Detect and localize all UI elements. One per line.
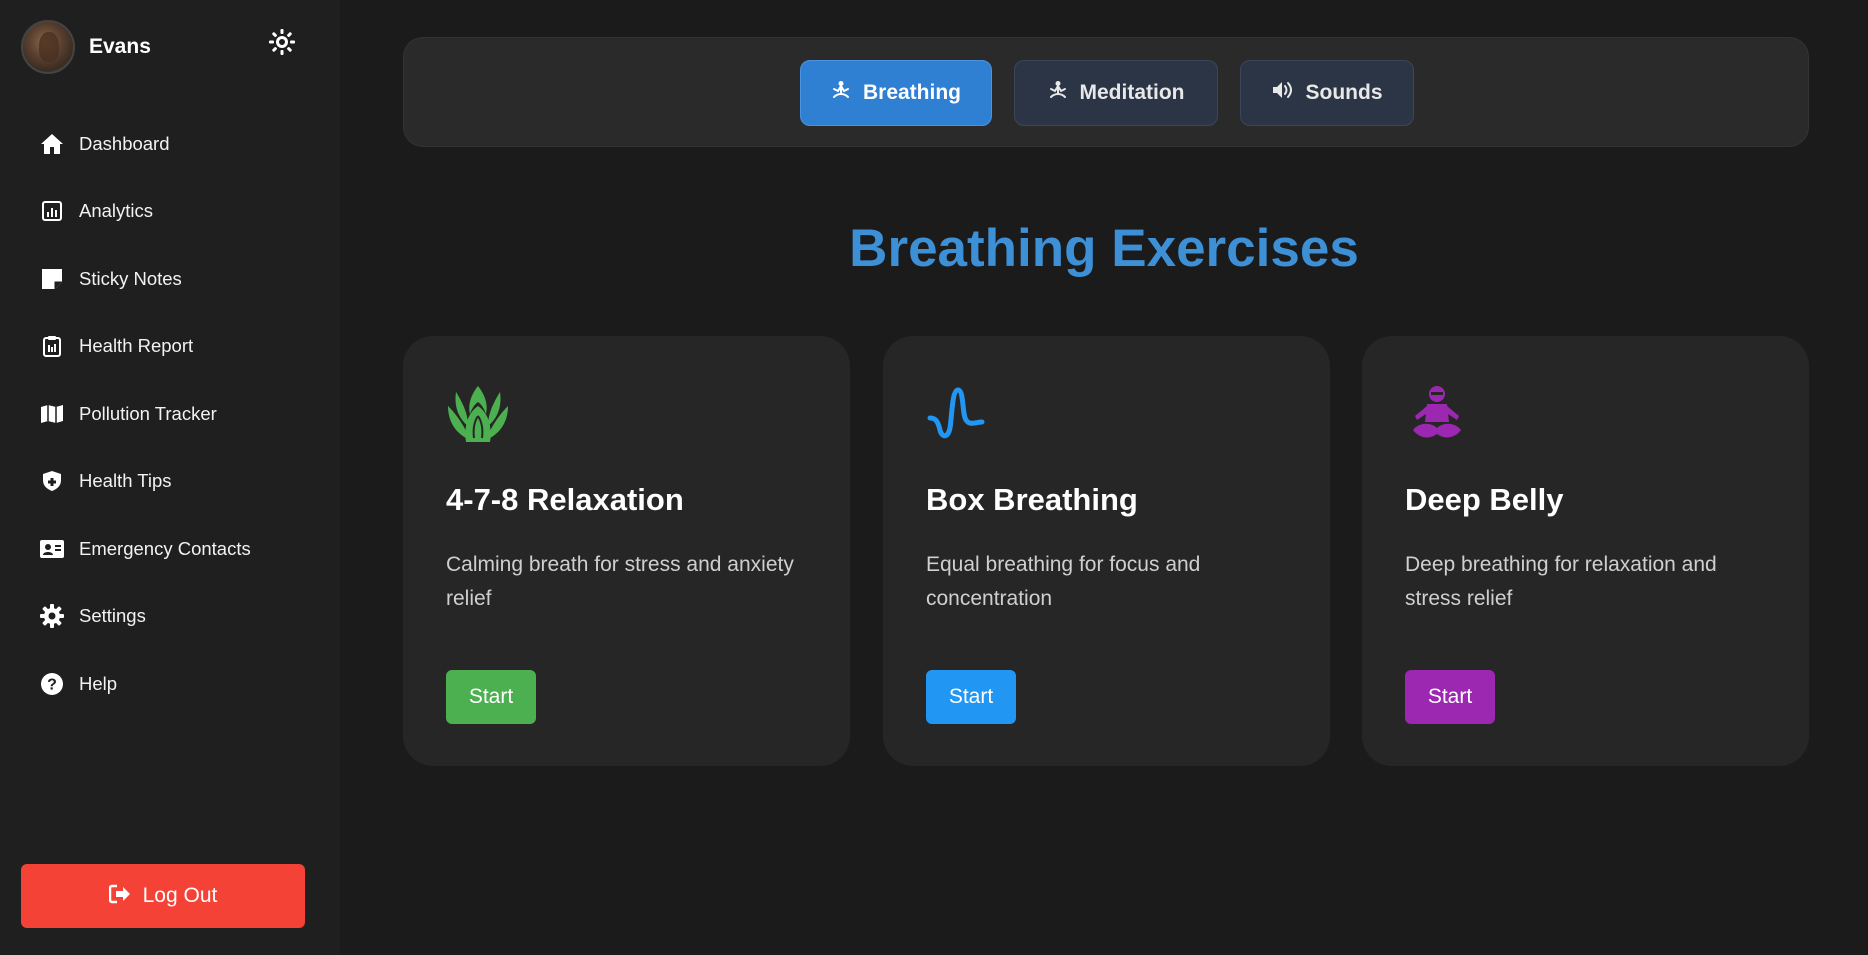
card-title: Deep Belly (1405, 482, 1564, 517)
start-button[interactable]: Start (446, 670, 536, 724)
meditation-icon (831, 80, 851, 106)
sidebar-item-dashboard[interactable]: Dashboard (0, 110, 340, 178)
sidebar-item-label: Help (79, 672, 118, 694)
sidebar-item-analytics[interactable]: Analytics (0, 178, 340, 246)
card-title: 4-7-8 Relaxation (446, 482, 684, 517)
profile-name: Evans (89, 35, 151, 58)
sidebar-item-health-tips[interactable]: Health Tips (0, 448, 340, 516)
tab-label: Breathing (862, 81, 961, 104)
app-root: Evans Dashboard Analytics Sticky Notes H… (0, 0, 1868, 955)
tab-label: Meditation (1079, 81, 1185, 104)
card-description: Calming breath for stress and anxiety re… (446, 553, 794, 610)
home-icon (40, 132, 64, 156)
question-icon: ? (40, 672, 64, 696)
card-description: Equal breathing for focus and concentrat… (926, 553, 1201, 610)
exercise-card-deep-belly: Deep Belly Deep breathing for relaxation… (1362, 336, 1809, 766)
theme-toggle-sun-icon[interactable] (268, 28, 296, 56)
main-content: Breathing Meditation Sounds Breathing Ex… (340, 0, 1868, 955)
tab-label: Sounds (1305, 81, 1383, 104)
svg-text:?: ? (47, 676, 57, 693)
section-title: Breathing Exercises (849, 219, 1359, 278)
sidebar-item-sticky-notes[interactable]: Sticky Notes (0, 245, 340, 313)
wave-icon (926, 382, 990, 446)
sidebar-item-label: Settings (79, 605, 146, 627)
meditation-icon (1048, 80, 1068, 106)
start-button[interactable]: Start (1405, 670, 1495, 724)
sidebar-item-label: Emergency Contacts (79, 537, 251, 559)
sticky-note-icon (40, 267, 64, 291)
exercise-card-box-breathing: Box Breathing Equal breathing for focus … (883, 336, 1330, 766)
tab-breathing[interactable]: Breathing (800, 60, 992, 126)
sidebar: Evans Dashboard Analytics Sticky Notes H… (0, 0, 340, 955)
card-title: Box Breathing (926, 482, 1138, 517)
sidebar-item-label: Health Tips (79, 470, 172, 492)
sidebar-item-label: Sticky Notes (79, 267, 182, 289)
card-description: Deep breathing for relaxation and stress… (1405, 553, 1717, 610)
volume-icon (1272, 80, 1294, 106)
logout-label: Log Out (142, 884, 218, 907)
lotus-icon (446, 382, 510, 446)
sidebar-item-label: Health Report (79, 335, 194, 357)
sidebar-item-label: Analytics (79, 200, 154, 222)
exercise-tabs: Breathing Meditation Sounds (403, 37, 1809, 147)
exercise-card-relaxation: 4-7-8 Relaxation Calming breath for stre… (403, 336, 850, 766)
sign-out-icon (108, 884, 131, 909)
sidebar-item-settings[interactable]: Settings (0, 583, 340, 651)
sidebar-item-label: Pollution Tracker (79, 402, 217, 424)
sidebar-item-label: Dashboard (79, 132, 170, 154)
map-icon (40, 402, 64, 426)
sidebar-nav: Dashboard Analytics Sticky Notes Health … (0, 110, 340, 718)
user-profile[interactable]: Evans (21, 20, 151, 74)
sidebar-item-pollution-tracker[interactable]: Pollution Tracker (0, 380, 340, 448)
contact-card-icon (40, 537, 64, 561)
sidebar-item-help[interactable]: ? Help (0, 650, 340, 718)
gear-icon (40, 604, 64, 629)
chart-icon (40, 199, 64, 223)
start-button[interactable]: Start (926, 670, 1016, 724)
avatar[interactable] (21, 20, 75, 74)
clipboard-icon (40, 334, 64, 358)
logout-button[interactable]: Log Out (21, 864, 305, 928)
shield-icon (40, 469, 64, 493)
sidebar-item-emergency-contacts[interactable]: Emergency Contacts (0, 515, 340, 583)
sidebar-item-health-report[interactable]: Health Report (0, 313, 340, 381)
meditation-person-icon (1405, 382, 1469, 446)
tab-sounds[interactable]: Sounds (1240, 60, 1414, 126)
tab-meditation[interactable]: Meditation (1014, 60, 1218, 126)
